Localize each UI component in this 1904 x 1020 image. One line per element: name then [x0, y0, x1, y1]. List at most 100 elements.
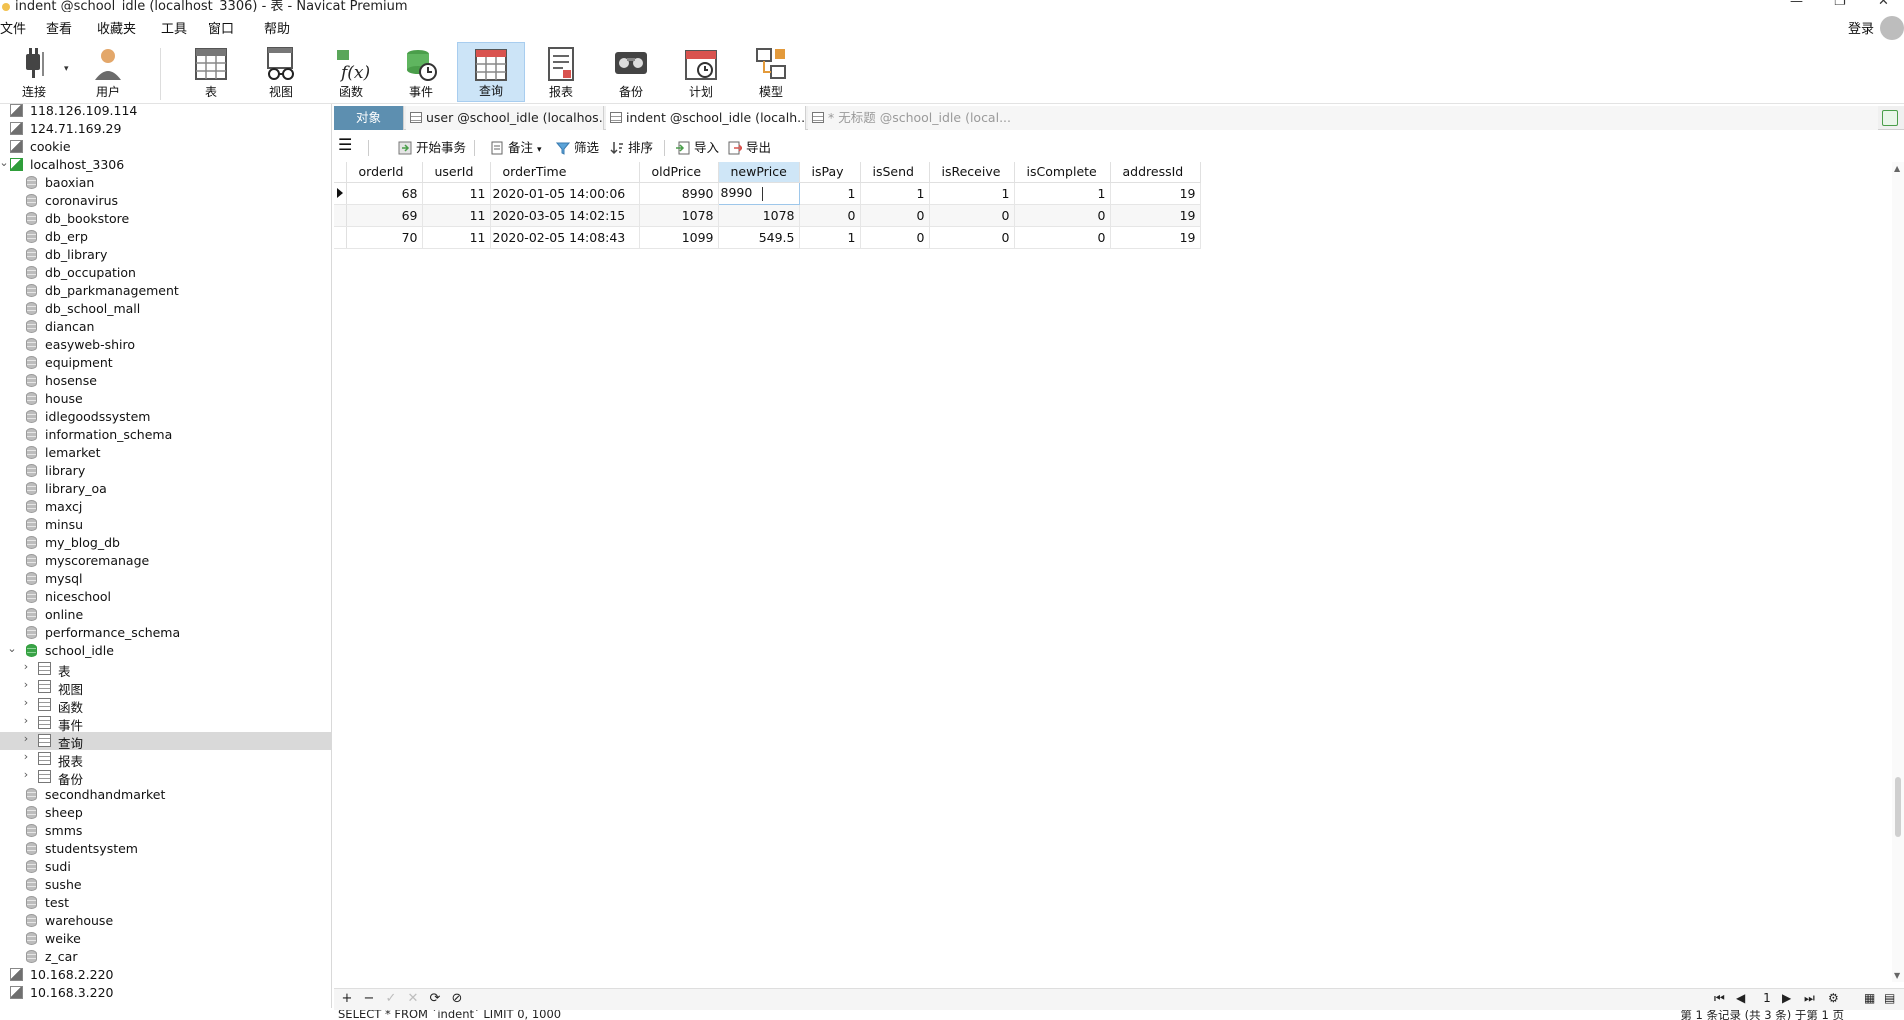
chevron-right-icon[interactable]: ›: [20, 660, 32, 673]
cell-orderTime[interactable]: 2020-01-05 14:00:06: [490, 182, 640, 205]
tree-item-maxcj[interactable]: maxcj: [0, 498, 331, 516]
tree-item-weike[interactable]: weike: [0, 930, 331, 948]
grid-view-icon[interactable]: ▦: [1864, 991, 1875, 1005]
user-button[interactable]: 用户: [74, 42, 142, 102]
column-header-isReceive[interactable]: isReceive: [929, 162, 1015, 183]
tree-item-school_idle[interactable]: ⌄ school_idle: [0, 642, 331, 660]
chevron-right-icon[interactable]: ›: [20, 768, 32, 781]
column-header-oldPrice[interactable]: oldPrice: [639, 162, 719, 183]
column-header-isComplete[interactable]: isComplete: [1014, 162, 1111, 183]
tree-item-localhost_3306[interactable]: ⌄ localhost_3306: [0, 156, 331, 174]
tree-item--[interactable]: › 查询: [0, 732, 331, 751]
cell-isReceive[interactable]: 0: [929, 226, 1015, 249]
table-button[interactable]: 表: [177, 42, 245, 102]
table-row[interactable]: 70 11 2020-02-05 14:08:43 1099 549.5 1 0…: [334, 226, 1201, 249]
column-header-newPrice[interactable]: newPrice: [718, 162, 800, 183]
tree-item-124-71-169-29[interactable]: 124.71.169.29: [0, 120, 331, 138]
tree-item-hosense[interactable]: hosense: [0, 372, 331, 390]
tree-item--[interactable]: › 报表: [0, 750, 331, 769]
cell-newPrice-editor[interactable]: 8990: [717, 181, 800, 205]
login-link[interactable]: 登录: [1848, 18, 1874, 37]
menu-tools[interactable]: 工具: [161, 18, 187, 37]
cell-isReceive[interactable]: 0: [929, 204, 1015, 227]
tree-item-minsu[interactable]: minsu: [0, 516, 331, 534]
chevron-right-icon[interactable]: ›: [20, 714, 32, 727]
model-button[interactable]: 模型: [737, 42, 805, 102]
row-indicator[interactable]: [334, 182, 347, 205]
connect-dropdown-icon[interactable]: ▾: [64, 64, 69, 74]
tree-item-easyweb-shiro[interactable]: easyweb-shiro: [0, 336, 331, 354]
page-number[interactable]: 1: [1754, 991, 1780, 1009]
new-tab-icon[interactable]: [1882, 110, 1898, 126]
tree-item-sheep[interactable]: sheep: [0, 804, 331, 822]
tree-item-db_school_mall[interactable]: db_school_mall: [0, 300, 331, 318]
tree-item--[interactable]: › 函数: [0, 696, 331, 715]
note-dropdown-icon[interactable]: ▾: [537, 145, 542, 155]
tree-item-baoxian[interactable]: baoxian: [0, 174, 331, 192]
cell-isSend[interactable]: 0: [860, 226, 930, 249]
cell-orderTime[interactable]: 2020-02-05 14:08:43: [490, 226, 640, 249]
tree-item-library_oa[interactable]: library_oa: [0, 480, 331, 498]
schedule-button[interactable]: 计划: [667, 42, 735, 102]
menu-file[interactable]: 文件: [0, 18, 26, 37]
tree-item--[interactable]: › 表: [0, 660, 331, 679]
menu-view[interactable]: 查看: [46, 18, 72, 37]
menu-icon[interactable]: ☰: [338, 136, 352, 154]
tree-item-db_occupation[interactable]: db_occupation: [0, 264, 331, 282]
function-button[interactable]: f(x) 函数: [317, 42, 385, 102]
last-page-icon[interactable]: ⏭: [1804, 991, 1815, 1006]
tree-item-equipment[interactable]: equipment: [0, 354, 331, 372]
query-button[interactable]: 查询: [457, 42, 525, 102]
prev-page-icon[interactable]: ◀: [1736, 991, 1745, 1005]
sort-button[interactable]: 排序: [608, 139, 653, 157]
filter-button[interactable]: 筛选: [554, 139, 599, 157]
row-indicator[interactable]: [334, 204, 347, 227]
cell-oldPrice[interactable]: 8990: [639, 182, 719, 205]
column-header-isPay[interactable]: isPay: [799, 162, 861, 183]
discard-changes-icon[interactable]: ✕: [404, 991, 422, 1006]
connect-button[interactable]: 连接: [0, 42, 68, 102]
settings-gear-icon[interactable]: ⚙: [1828, 991, 1839, 1005]
tree-item-db_bookstore[interactable]: db_bookstore: [0, 210, 331, 228]
table-row[interactable]: 69 11 2020-03-05 14:02:15 1078 1078 0 0 …: [334, 204, 1201, 227]
cell-addressId[interactable]: 19: [1110, 226, 1201, 249]
chevron-right-icon[interactable]: ›: [20, 732, 32, 745]
tree-item-warehouse[interactable]: warehouse: [0, 912, 331, 930]
tree-item--[interactable]: › 事件: [0, 714, 331, 733]
tree-item-db_library[interactable]: db_library: [0, 246, 331, 264]
avatar[interactable]: [1880, 16, 1904, 40]
backup-button[interactable]: 备份: [597, 42, 665, 102]
tree-item-db_parkmanagement[interactable]: db_parkmanagement: [0, 282, 331, 300]
cell-orderId[interactable]: 70: [346, 226, 423, 249]
tree-item-cookie[interactable]: cookie: [0, 138, 331, 156]
tab-indent-table[interactable]: indent @school_idle (localh...: [606, 106, 806, 130]
report-button[interactable]: 报表: [527, 42, 595, 102]
tab-objects[interactable]: 对象: [334, 106, 404, 130]
tree-item-coronavirus[interactable]: coronavirus: [0, 192, 331, 210]
cell-isComplete[interactable]: 0: [1014, 226, 1111, 249]
import-button[interactable]: 导入: [674, 139, 719, 157]
next-page-icon[interactable]: ▶: [1782, 991, 1791, 1005]
tree-item-studentsystem[interactable]: studentsystem: [0, 840, 331, 858]
form-view-icon[interactable]: ▤: [1884, 991, 1895, 1005]
begin-transaction-button[interactable]: 开始事务: [396, 139, 466, 157]
row-indicator[interactable]: [334, 226, 347, 249]
refresh-icon[interactable]: ⟳: [426, 991, 444, 1006]
cell-newPrice[interactable]: 1078: [718, 204, 800, 227]
add-record-icon[interactable]: +: [338, 991, 356, 1006]
cell-addressId[interactable]: 19: [1110, 204, 1201, 227]
vertical-scrollbar[interactable]: ▲ ▼: [1892, 162, 1904, 982]
cell-isPay[interactable]: 1: [799, 182, 861, 205]
chevron-right-icon[interactable]: ›: [20, 678, 32, 691]
cell-orderId[interactable]: 68: [346, 182, 423, 205]
chevron-down-icon[interactable]: ⌄: [0, 156, 10, 169]
cell-orderId[interactable]: 69: [346, 204, 423, 227]
cell-newPrice-value[interactable]: 8990: [721, 185, 753, 200]
tree-item--[interactable]: › 视图: [0, 678, 331, 697]
tree-item-my_blog_db[interactable]: my_blog_db: [0, 534, 331, 552]
event-button[interactable]: 事件: [387, 42, 455, 102]
tab-untitled-query[interactable]: * 无标题 @school_idle (local...: [808, 106, 1878, 130]
cell-addressId[interactable]: 19: [1110, 182, 1201, 205]
column-header-orderTime[interactable]: orderTime: [490, 162, 640, 183]
cell-userId[interactable]: 11: [422, 226, 491, 249]
